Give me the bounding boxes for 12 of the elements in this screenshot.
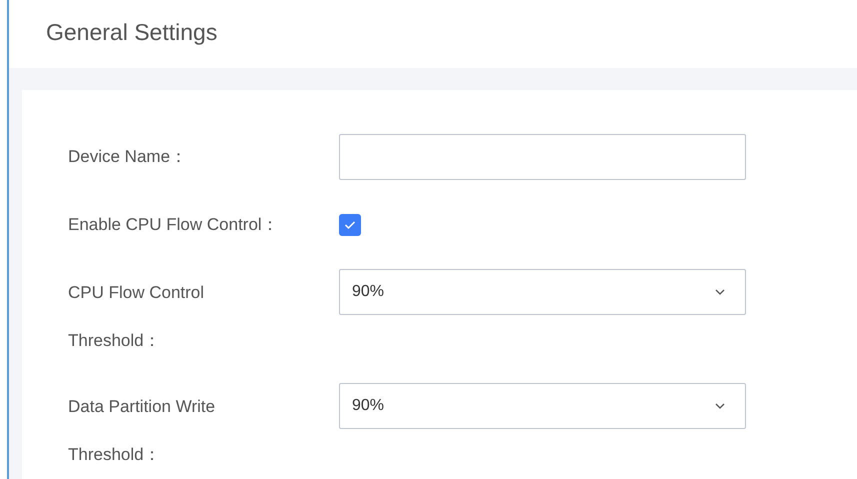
chevron-down-icon [715, 403, 725, 409]
chevron-down-icon [715, 289, 725, 295]
input-field[interactable] [339, 134, 746, 180]
field-label: Enable CPU Flow Control： [68, 214, 280, 236]
field-label: CPU Flow Control Threshold： [68, 282, 206, 352]
check-icon [344, 220, 356, 230]
field-label: Data Partition Write Threshold： [68, 396, 216, 466]
field-label: Device Name： [68, 146, 188, 168]
checkbox[interactable] [339, 214, 361, 236]
page-title: General Settings [46, 19, 218, 46]
dropdown[interactable]: 90% [339, 383, 746, 429]
dropdown[interactable]: 90% [339, 269, 746, 315]
